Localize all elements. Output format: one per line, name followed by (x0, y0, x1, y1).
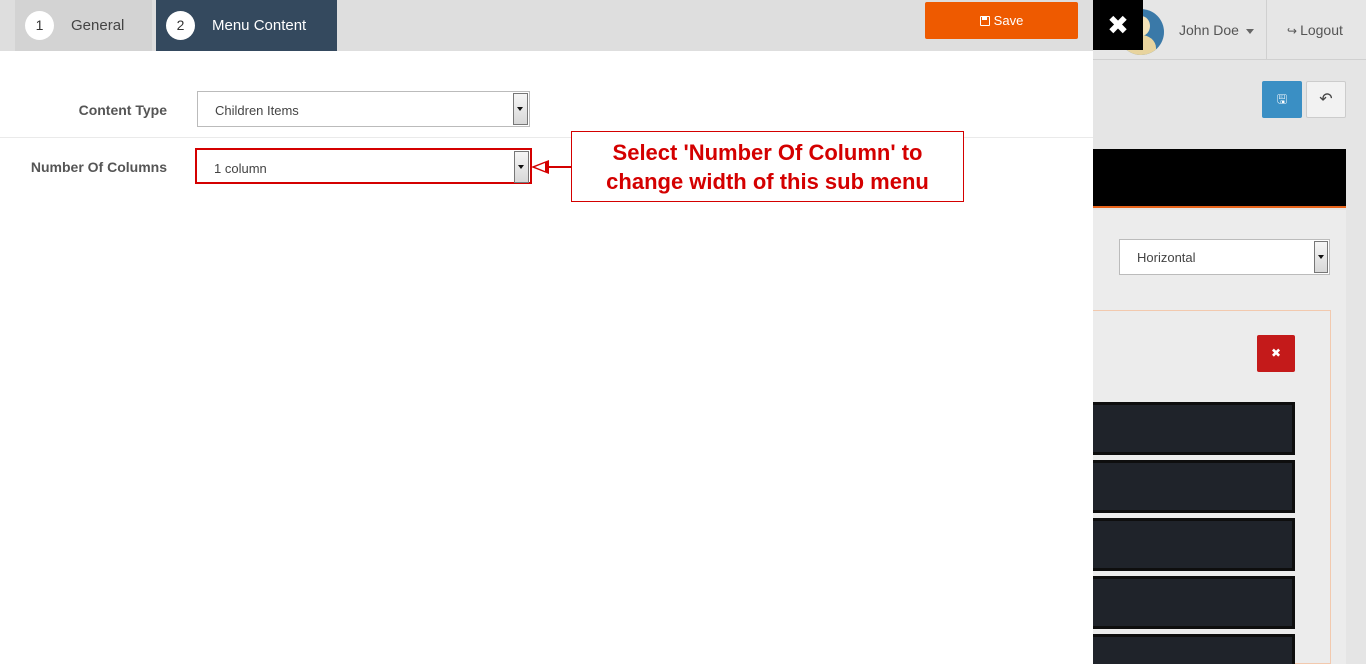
annotation-callout: Select 'Number Of Column' to change widt… (571, 131, 964, 202)
annotation-line-2: change width of this sub menu (606, 169, 929, 194)
divider (1266, 0, 1267, 60)
step-number: 1 (25, 11, 54, 40)
floppy-disk-icon (979, 15, 990, 26)
menu-item-modal: 1 General 2 Menu Content Save Content Ty… (0, 0, 1093, 664)
logout-label: Logout (1300, 22, 1343, 38)
annotation-arrow-icon (531, 160, 549, 174)
menu-item-row[interactable] (1093, 576, 1295, 629)
menu-preview-bar (1093, 149, 1346, 208)
close-icon[interactable]: ✖ (1093, 0, 1143, 50)
menu-item-row[interactable] (1093, 518, 1295, 571)
number-of-columns-label: Number Of Columns (30, 159, 167, 175)
sign-out-icon: ↪ (1287, 24, 1298, 38)
remove-button[interactable]: ✖ (1257, 335, 1295, 372)
menu-item-row[interactable] (1093, 634, 1295, 664)
step-label: Menu Content (212, 17, 307, 34)
save-label: Save (993, 13, 1024, 28)
number-of-columns-value: 1 column (214, 161, 267, 176)
caret-down-icon (1245, 28, 1254, 34)
content-type-select[interactable]: Children Items (197, 91, 530, 127)
content-type-label: Content Type (78, 102, 167, 118)
select-arrow-icon[interactable] (514, 151, 529, 183)
number-of-columns-select[interactable]: 1 column (195, 148, 532, 184)
save-button[interactable]: Save (925, 2, 1078, 39)
step-label: General (71, 17, 125, 34)
save-icon-button[interactable]: 🖫 (1262, 81, 1302, 118)
modal-header: 1 General 2 Menu Content Save (0, 0, 1093, 51)
content-type-value: Children Items (215, 103, 299, 118)
tab-menu-content[interactable]: 2 Menu Content (156, 0, 337, 51)
step-number: 2 (166, 11, 195, 40)
annotation-line (548, 166, 572, 168)
user-name: John Doe (1179, 22, 1239, 38)
orientation-value: Horizontal (1137, 250, 1196, 265)
annotation-line-1: Select 'Number Of Column' to (612, 140, 923, 165)
tab-general[interactable]: 1 General (15, 0, 152, 51)
menu-item-row[interactable] (1093, 402, 1295, 455)
orientation-select[interactable]: Horizontal (1119, 239, 1330, 275)
select-arrow-icon[interactable] (513, 93, 528, 125)
select-arrow-icon (1314, 241, 1328, 273)
user-menu[interactable]: John Doe (1179, 22, 1254, 38)
menu-item-row[interactable] (1093, 460, 1295, 513)
logout-link[interactable]: ↪ Logout (1287, 22, 1343, 38)
undo-button[interactable]: ↶ (1306, 81, 1346, 118)
content-type-row: Content Type Children Items (0, 82, 1093, 138)
